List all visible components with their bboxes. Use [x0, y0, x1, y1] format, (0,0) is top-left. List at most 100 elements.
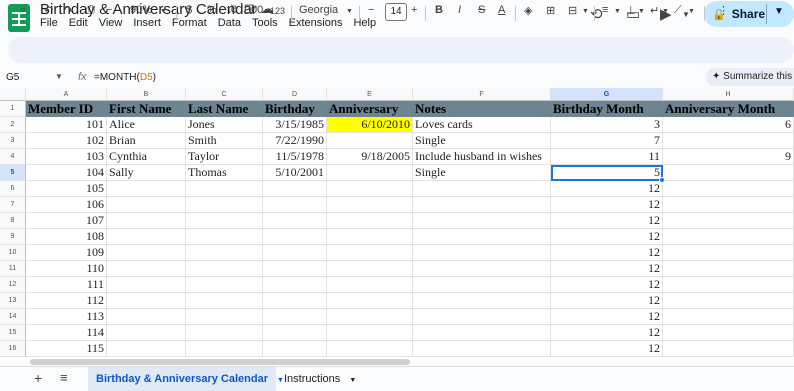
- header-cell[interactable]: Last Name: [186, 101, 263, 117]
- font-select[interactable]: Georgia: [299, 4, 338, 16]
- table-cell[interactable]: [413, 229, 551, 245]
- zoom-select[interactable]: 90%: [130, 4, 152, 16]
- table-cell[interactable]: [186, 341, 263, 357]
- table-cell[interactable]: [413, 293, 551, 309]
- table-cell[interactable]: 103: [26, 149, 107, 165]
- name-box[interactable]: G5: [6, 72, 19, 83]
- table-cell[interactable]: [663, 213, 794, 229]
- menu-data[interactable]: Data: [218, 17, 241, 29]
- text-wrap-icon[interactable]: ↵: [650, 4, 659, 17]
- row-header-8[interactable]: 8: [0, 213, 26, 229]
- table-cell[interactable]: 12: [551, 341, 663, 357]
- vertical-align-icon[interactable]: ⊥: [626, 4, 636, 17]
- table-cell[interactable]: [107, 213, 186, 229]
- table-cell[interactable]: 11: [551, 149, 663, 165]
- table-cell[interactable]: [107, 245, 186, 261]
- horizontal-scrollbar[interactable]: [30, 359, 410, 365]
- column-header-b[interactable]: B: [107, 88, 186, 101]
- table-cell[interactable]: [186, 261, 263, 277]
- spreadsheet-grid[interactable]: A B C D E F G H 1 Member ID First Name Last Name Bir…: [0, 88, 794, 360]
- table-cell[interactable]: 107: [26, 213, 107, 229]
- header-cell[interactable]: Notes: [413, 101, 551, 117]
- table-cell[interactable]: [663, 309, 794, 325]
- table-cell[interactable]: Single: [413, 165, 551, 181]
- row-header-6[interactable]: 6: [0, 181, 26, 197]
- menu-extensions[interactable]: Extensions: [289, 17, 343, 29]
- table-cell[interactable]: [663, 133, 794, 149]
- table-cell[interactable]: [107, 341, 186, 357]
- table-cell[interactable]: [107, 293, 186, 309]
- table-cell[interactable]: Loves cards: [413, 117, 551, 133]
- row-header-9[interactable]: 9: [0, 229, 26, 245]
- fill-handle[interactable]: [659, 177, 665, 183]
- history-icon[interactable]: ⟲: [590, 5, 603, 23]
- table-cell[interactable]: 110: [26, 261, 107, 277]
- table-cell[interactable]: 112: [26, 293, 107, 309]
- table-cell[interactable]: [327, 197, 413, 213]
- table-cell[interactable]: Jones: [186, 117, 263, 133]
- table-cell[interactable]: 113: [26, 309, 107, 325]
- row-header-14[interactable]: 14: [0, 309, 26, 325]
- header-cell[interactable]: Anniversary: [327, 101, 413, 117]
- table-cell[interactable]: 5/10/2001: [263, 165, 327, 181]
- header-cell[interactable]: Member ID: [26, 101, 107, 117]
- table-cell[interactable]: [663, 165, 794, 181]
- more-options-icon[interactable]: ⋮: [718, 4, 729, 17]
- table-cell[interactable]: [107, 229, 186, 245]
- table-cell[interactable]: Taylor: [186, 149, 263, 165]
- table-cell[interactable]: [327, 277, 413, 293]
- merge-chevron-icon[interactable]: ▼: [582, 8, 589, 15]
- table-cell[interactable]: [263, 293, 327, 309]
- column-header-d[interactable]: D: [263, 88, 327, 101]
- increase-decimal-button[interactable]: .00: [248, 4, 263, 16]
- decrease-decimal-button[interactable]: .0: [228, 4, 237, 16]
- text-rotation-icon[interactable]: ⟋: [674, 4, 682, 17]
- tab-chevron-icon[interactable]: ▼: [349, 377, 356, 384]
- table-cell[interactable]: 3/15/1985: [263, 117, 327, 133]
- row-header-3[interactable]: 3: [0, 133, 26, 149]
- table-cell[interactable]: [327, 245, 413, 261]
- print-icon[interactable]: ⎙: [86, 4, 95, 17]
- table-cell[interactable]: [186, 245, 263, 261]
- summarize-button[interactable]: ✦ Summarize this ta: [706, 68, 794, 86]
- selected-cell[interactable]: 5: [551, 165, 663, 181]
- table-cell[interactable]: [263, 197, 327, 213]
- rotation-chevron-icon[interactable]: ▼: [688, 8, 695, 15]
- font-chevron-icon[interactable]: ▼: [346, 8, 353, 15]
- table-cell[interactable]: [186, 213, 263, 229]
- table-cell[interactable]: [107, 325, 186, 341]
- table-cell[interactable]: 11/5/1978: [263, 149, 327, 165]
- fill-color-icon[interactable]: ◈: [524, 4, 532, 17]
- table-cell[interactable]: 104: [26, 165, 107, 181]
- table-cell[interactable]: 12: [551, 213, 663, 229]
- table-cell[interactable]: [263, 277, 327, 293]
- bold-button[interactable]: B: [435, 4, 443, 16]
- header-cell[interactable]: Anniversary Month: [663, 101, 794, 117]
- row-header-12[interactable]: 12: [0, 277, 26, 293]
- table-cell[interactable]: [413, 197, 551, 213]
- menu-help[interactable]: Help: [353, 17, 376, 29]
- percent-format-button[interactable]: %: [207, 4, 217, 16]
- name-box-chevron-icon[interactable]: ▼: [55, 72, 63, 81]
- table-cell[interactable]: [263, 325, 327, 341]
- table-cell[interactable]: [327, 325, 413, 341]
- currency-format-button[interactable]: $: [186, 4, 192, 16]
- share-chevron-icon[interactable]: ▼: [774, 6, 784, 17]
- search-menus-icon[interactable]: ⌕: [20, 4, 26, 17]
- table-cell[interactable]: [413, 341, 551, 357]
- table-cell[interactable]: [263, 229, 327, 245]
- table-cell[interactable]: [413, 277, 551, 293]
- table-cell[interactable]: 102: [26, 133, 107, 149]
- table-cell[interactable]: [327, 293, 413, 309]
- table-cell[interactable]: 12: [551, 309, 663, 325]
- table-cell[interactable]: [327, 213, 413, 229]
- table-cell[interactable]: [263, 245, 327, 261]
- table-cell[interactable]: [413, 245, 551, 261]
- table-cell[interactable]: [663, 325, 794, 341]
- menu-format[interactable]: Format: [172, 17, 207, 29]
- header-cell[interactable]: Birthday: [263, 101, 327, 117]
- row-header-11[interactable]: 11: [0, 261, 26, 277]
- table-cell[interactable]: [263, 213, 327, 229]
- zoom-chevron-icon[interactable]: ▼: [160, 8, 167, 15]
- italic-button[interactable]: I: [458, 4, 461, 16]
